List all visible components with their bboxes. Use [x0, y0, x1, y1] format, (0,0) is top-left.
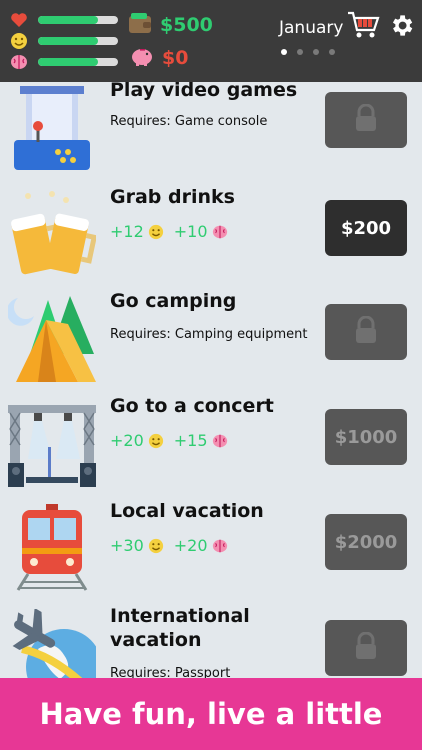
money-display: $500 — [128, 12, 213, 38]
happiness-effect: +12 — [110, 222, 164, 241]
locked-button[interactable] — [325, 304, 407, 360]
smarts-effect: +15 — [174, 431, 228, 450]
top-bar: $500 $0 January — [0, 0, 422, 82]
activity-title-line-2: vacation — [110, 629, 202, 651]
activity-requirement: Requires: Camping equipment — [110, 327, 308, 342]
activity-local-vacation: Local vacation +30 +20 $2000 — [0, 496, 422, 600]
activity-grab-drinks: Grab drinks +12 +10 $200 — [0, 182, 422, 286]
promo-banner: Have fun, live a little — [0, 678, 422, 750]
brain-icon — [10, 53, 28, 71]
happiness-effect-value: +20 — [110, 431, 144, 450]
page-dot-3[interactable] — [313, 49, 319, 55]
happiness-effect: +30 — [110, 536, 164, 555]
activity-play-video-games: Play video games Requires: Game console — [0, 82, 422, 182]
airplane-globe-icon — [8, 607, 102, 678]
happiness-effect-value: +30 — [110, 536, 144, 555]
gear-icon[interactable] — [388, 12, 415, 43]
activity-effects: +30 +20 — [110, 536, 238, 555]
activity-title: Local vacation — [110, 500, 264, 522]
buy-button-disabled[interactable]: $2000 — [325, 514, 407, 570]
smarts-effect-value: +10 — [173, 222, 208, 241]
smarts-effect: +20 — [174, 536, 228, 555]
activity-requirement: Requires: Passport — [110, 666, 231, 678]
smarts-effect-value: +15 — [173, 431, 208, 450]
lock-icon — [353, 631, 379, 665]
wallet-icon — [128, 12, 152, 38]
banner-text: Have fun, live a little — [39, 697, 383, 731]
smarts-stat — [10, 53, 118, 71]
locked-button[interactable] — [325, 92, 407, 148]
savings-value: $0 — [162, 47, 189, 69]
activity-requirement: Requires: Game console — [110, 114, 268, 129]
cart-icon[interactable] — [346, 10, 380, 44]
page-dot-2[interactable] — [297, 49, 303, 55]
activity-title: Go camping — [110, 290, 237, 312]
page-indicator — [281, 49, 335, 55]
brain-icon — [212, 433, 228, 449]
happiness-effect: +20 — [110, 431, 164, 450]
page-dot-1[interactable] — [281, 49, 287, 55]
buy-button[interactable]: $200 — [325, 200, 407, 256]
activity-title: Go to a concert — [110, 395, 274, 417]
smarts-effect: +10 — [174, 222, 228, 241]
piggy-bank-icon — [130, 46, 154, 70]
happiness-stat — [10, 32, 118, 50]
smiley-icon — [10, 32, 28, 50]
happiness-bar-fill — [38, 37, 98, 45]
buy-button-disabled[interactable]: $1000 — [325, 409, 407, 465]
smiley-icon — [148, 433, 164, 449]
smiley-icon — [148, 538, 164, 554]
savings-display: $0 — [130, 46, 188, 70]
activity-title-line-1: International — [110, 605, 250, 627]
heart-icon — [10, 11, 28, 29]
happiness-bar — [38, 37, 118, 45]
activity-go-to-a-concert: Go to a concert +20 +15 $1000 — [0, 391, 422, 495]
train-icon — [8, 504, 96, 592]
smiley-icon — [148, 224, 164, 240]
month-label: January — [279, 18, 344, 38]
page-dot-4[interactable] — [329, 49, 335, 55]
stage-icon — [8, 399, 96, 487]
health-stat — [10, 11, 118, 29]
happiness-effect-value: +12 — [110, 222, 144, 241]
activity-effects: +20 +15 — [110, 431, 238, 450]
beer-mugs-icon — [8, 190, 98, 278]
lock-icon — [353, 315, 379, 349]
smarts-bar-fill — [38, 58, 98, 66]
smarts-bar — [38, 58, 118, 66]
arcade-icon — [8, 86, 96, 174]
locked-button[interactable] — [325, 620, 407, 676]
activity-list[interactable]: Play video games Requires: Game console … — [0, 82, 422, 678]
activity-go-camping: Go camping Requires: Camping equipment — [0, 286, 422, 390]
activity-effects: +12 +10 — [110, 222, 238, 241]
activity-title: Grab drinks — [110, 186, 235, 208]
money-value: $500 — [160, 14, 213, 36]
smarts-effect-value: +20 — [173, 536, 208, 555]
health-bar-fill — [38, 16, 98, 24]
brain-icon — [212, 224, 228, 240]
health-bar — [38, 16, 118, 24]
brain-icon — [212, 538, 228, 554]
activity-title: Play video games — [110, 82, 298, 101]
tent-icon — [6, 294, 96, 382]
lock-icon — [353, 103, 379, 137]
activity-international-vacation: International vacation Requires: Passpor… — [0, 601, 422, 678]
